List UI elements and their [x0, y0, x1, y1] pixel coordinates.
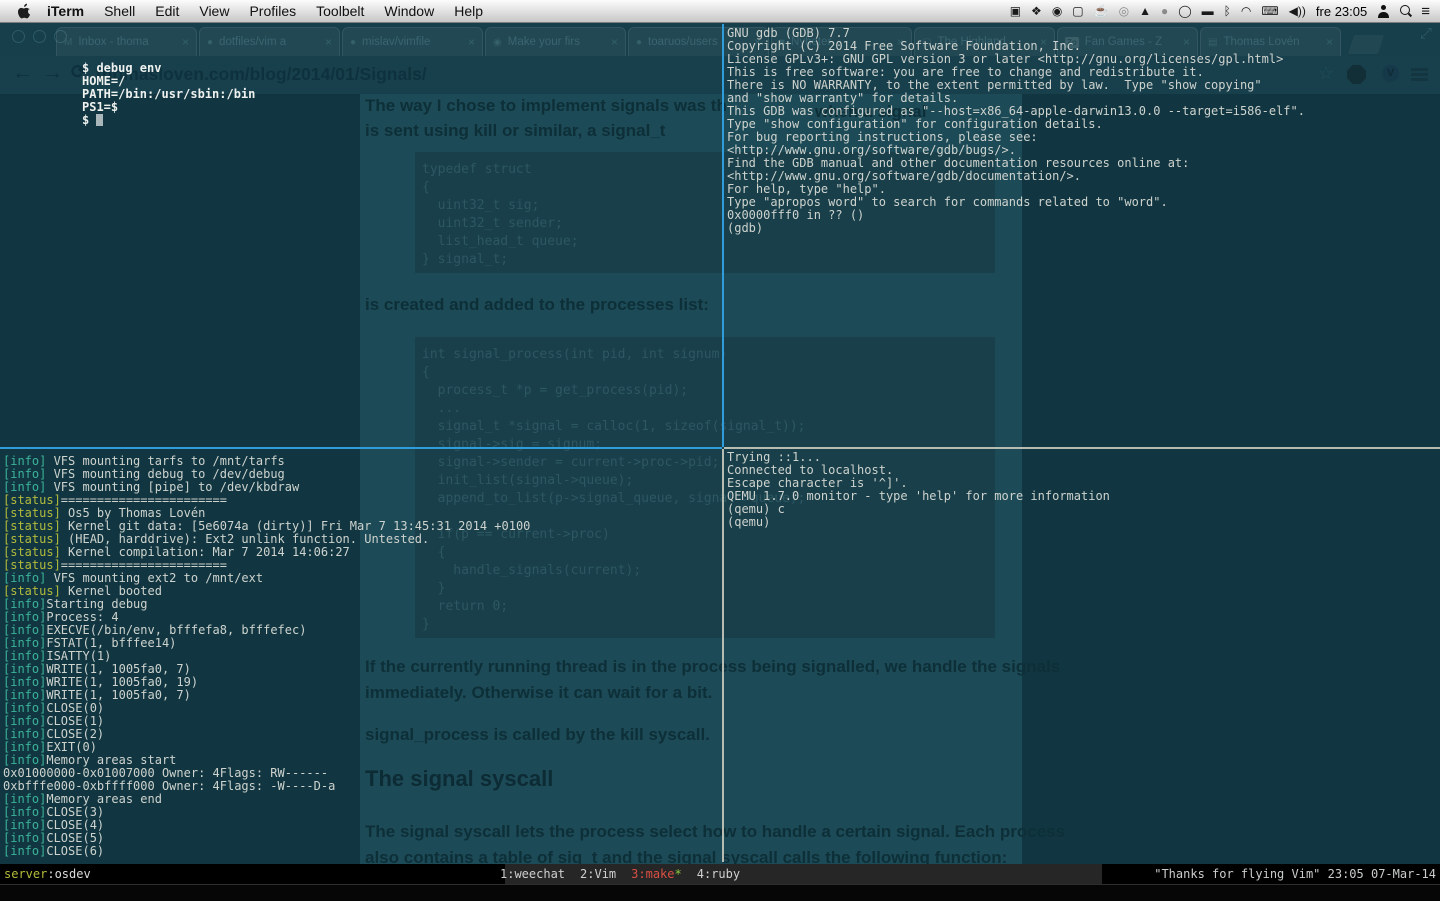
- wifi-icon[interactable]: ◠: [1241, 5, 1251, 17]
- menu-bar: iTerm Shell Edit View Profiles Toolbelt Window…: [0, 0, 1440, 23]
- menu-window[interactable]: Window: [374, 3, 444, 19]
- pane-divider-vertical[interactable]: [722, 449, 724, 862]
- bell-icon[interactable]: ●: [1161, 5, 1168, 17]
- keyboard-icon[interactable]: ⌨: [1261, 5, 1278, 17]
- screen-bottom-edge: [0, 884, 1440, 901]
- bluetooth-icon[interactable]: ᛒ: [1224, 5, 1231, 17]
- pane-gdb[interactable]: GNU gdb (GDB) 7.7 Copyright (C) 2014 Fre…: [727, 27, 1305, 235]
- terminal-cursor: [96, 114, 104, 126]
- dropbox-icon[interactable]: ❖: [1031, 5, 1042, 17]
- headphones-icon[interactable]: ◉: [1052, 5, 1062, 17]
- vim-quote-clock: "Thanks for flying Vim" 23:05 07-Mar-14: [1154, 867, 1436, 881]
- pane-divider-horizontal[interactable]: [724, 447, 1440, 449]
- menu-shell[interactable]: Shell: [94, 3, 145, 19]
- messages-icon[interactable]: ◯: [1178, 5, 1191, 17]
- screen-window-4-ruby[interactable]: 4:ruby: [697, 867, 740, 881]
- apple-menu-icon[interactable]: [18, 3, 31, 19]
- display-icon[interactable]: ▢: [1072, 5, 1083, 17]
- pane-divider-horizontal-active[interactable]: [0, 447, 722, 449]
- menu-toolbelt[interactable]: Toolbelt: [306, 3, 374, 19]
- menu-edit[interactable]: Edit: [145, 3, 189, 19]
- notification-center-icon[interactable]: ≡: [1421, 4, 1430, 19]
- film-reel-icon[interactable]: ◎: [1119, 5, 1129, 17]
- menu-iterm[interactable]: iTerm: [37, 3, 94, 19]
- volume-icon[interactable]: ◀)): [1289, 5, 1306, 17]
- pane-kernel-log[interactable]: [info] VFS mounting tarfs to /mnt/tarfs[…: [3, 455, 530, 858]
- battery-icon[interactable]: ▬: [1202, 5, 1214, 17]
- pane-shell[interactable]: $ debug env HOME=/ PATH=/bin:/usr/sbin:/…: [82, 62, 255, 127]
- google-drive-icon[interactable]: ▲: [1139, 5, 1151, 17]
- spotlight-icon[interactable]: [1399, 4, 1411, 18]
- menu-profiles[interactable]: Profiles: [239, 3, 306, 19]
- pane-divider-vertical-active[interactable]: [722, 24, 724, 447]
- menu-clock[interactable]: fre 23:05: [1316, 5, 1367, 18]
- screen-status-bar: server:osdev 1:weechat 2:Vim 3:make* 4:ruby…: [0, 864, 1440, 884]
- session-label: server:osdev: [4, 867, 91, 881]
- activity-marker: *: [674, 867, 682, 881]
- screen-window-3-make[interactable]: 3:make*: [631, 867, 682, 881]
- user-icon[interactable]: [1377, 4, 1389, 18]
- pane-qemu[interactable]: Trying ::1... Connected to localhost. Es…: [727, 451, 1110, 529]
- window-manager-icon[interactable]: ▣: [1010, 5, 1021, 17]
- log-line: [info]CLOSE(6): [3, 844, 105, 858]
- screen-window-1-weechat[interactable]: 1:weechat: [500, 867, 565, 881]
- menu-help[interactable]: Help: [444, 3, 493, 19]
- caffeine-icon[interactable]: ☕: [1094, 5, 1109, 17]
- terminal-window: $ debug env HOME=/ PATH=/bin:/usr/sbin:/…: [0, 22, 1440, 901]
- menu-view[interactable]: View: [189, 3, 239, 19]
- screen-window-2-Vim[interactable]: 2:Vim: [580, 867, 616, 881]
